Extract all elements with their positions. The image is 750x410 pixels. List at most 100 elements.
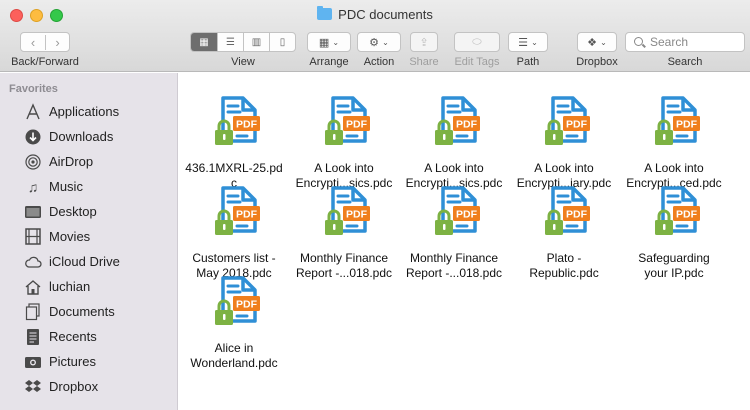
file-item[interactable]: PDF Safeguarding your IP.pdc	[619, 173, 729, 283]
forward-button[interactable]: ›	[44, 34, 69, 50]
view-mode-control: ▦ ☰ ▥ ▯	[190, 32, 296, 52]
file-name: Plato - Republic.pdc	[509, 251, 619, 281]
file-item[interactable]: PDF Plato - Republic.pdc	[509, 173, 619, 283]
chevron-down-icon: ⌄	[600, 37, 607, 47]
pdc-file-icon: PDF	[323, 95, 371, 147]
sidebar-item-airdrop[interactable]: AirDrop	[0, 149, 178, 174]
sidebar-item-label: Downloads	[49, 129, 114, 144]
path-label: Path	[516, 56, 540, 68]
pdf-badge-text: PDF	[236, 119, 258, 131]
pictures-icon	[24, 353, 42, 371]
pdc-file-icon: PDF	[433, 95, 481, 147]
finder-window: PDC documents ‹ › Back/Forward ▦ ☰ ▥ ▯ V…	[0, 0, 750, 410]
sidebar-item-luchian[interactable]: luchian	[0, 274, 178, 299]
file-name: Monthly Finance Report -...018.pdc	[289, 251, 399, 281]
icon-view-button[interactable]: ▦	[191, 33, 217, 51]
recents-icon	[24, 328, 42, 346]
pdc-file-icon: PDF	[543, 185, 591, 237]
sidebar-item-label: Dropbox	[49, 379, 99, 394]
pdc-file-icon: PDF	[213, 95, 261, 147]
back-forward-control: ‹ ›	[20, 32, 70, 52]
sidebar-item-documents[interactable]: Documents	[0, 299, 178, 324]
file-name-line: Report -...018.pdc	[295, 266, 393, 280]
applications-icon	[24, 102, 42, 121]
chevron-down-icon: ⌄	[332, 37, 340, 47]
path-button[interactable]: ☰ ⌄	[508, 32, 548, 52]
file-name-line: Monthly Finance	[409, 251, 499, 265]
edit-tags-button[interactable]: ⬭	[454, 32, 500, 52]
file-name-line: Wonderland.pdc	[190, 356, 278, 370]
arrange-icon: ▦	[318, 36, 330, 49]
sidebar-item-label: Music	[49, 179, 83, 194]
file-name: Safeguarding your IP.pdc	[619, 251, 729, 281]
share-button[interactable]: ⇪	[410, 32, 438, 52]
sidebar-item-pictures[interactable]: Pictures	[0, 349, 178, 374]
sidebar-item-label: luchian	[49, 279, 91, 294]
list-view-button[interactable]: ☰	[216, 33, 243, 51]
sidebar-item-label: Documents	[49, 304, 115, 319]
desktop-icon	[24, 203, 42, 221]
file-name: Monthly Finance Report -...018.pdc	[399, 251, 509, 281]
sidebar-item-desktop[interactable]: Desktop	[0, 199, 178, 224]
dropbox-toolbar-button[interactable]: ❖ ⌄	[577, 32, 617, 52]
sidebar-item-music[interactable]: ♫ Music	[0, 174, 178, 199]
pdf-badge-text: PDF	[456, 209, 478, 221]
sidebar-item-label: Recents	[49, 329, 97, 344]
sidebar-item-label: Applications	[49, 104, 120, 119]
pdc-file-icon: PDF	[653, 95, 701, 147]
file-item[interactable]: PDF Alice in Wonderland.pdc	[179, 263, 289, 373]
music-icon: ♫	[27, 178, 39, 195]
pdc-file-icon: PDF	[213, 185, 261, 237]
file-name-line: Republic.pdc	[529, 266, 599, 280]
tag-icon: ⬭	[472, 35, 482, 48]
sidebar-item-icloud-drive[interactable]: iCloud Drive	[0, 249, 178, 274]
pdc-file-icon: PDF	[543, 95, 591, 147]
file-item[interactable]: PDF Monthly Finance Report -...018.pdc	[399, 173, 509, 283]
sidebar-item-dropbox[interactable]: Dropbox	[0, 374, 178, 399]
pdf-badge-text: PDF	[236, 209, 258, 221]
toolbar: PDC documents ‹ › Back/Forward ▦ ☰ ▥ ▯ V…	[0, 0, 750, 72]
back-button[interactable]: ‹	[21, 35, 45, 50]
arrange-button[interactable]: ▦ ⌄	[307, 32, 351, 52]
file-name-line: Safeguarding	[638, 251, 710, 265]
sidebar-item-label: AirDrop	[49, 154, 94, 169]
action-button[interactable]: ⚙ ⌄	[357, 32, 401, 52]
airdrop-icon	[24, 153, 42, 171]
dropbox-label: Dropbox	[576, 56, 618, 68]
folder-icon	[317, 6, 333, 20]
movies-icon	[24, 228, 42, 246]
sidebar-item-label: Movies	[49, 229, 91, 244]
share-icon: ⇪	[419, 36, 429, 49]
pdf-badge-text: PDF	[676, 119, 698, 131]
view-label: View	[231, 56, 255, 68]
pdc-file-icon: PDF	[323, 185, 371, 237]
sidebar-header-favorites: Favorites	[9, 83, 58, 95]
file-name-line: Report -...018.pdc	[405, 266, 503, 280]
pdf-badge-text: PDF	[566, 209, 588, 221]
search-input[interactable]: Search	[625, 32, 745, 52]
sidebar-item-downloads[interactable]: Downloads	[0, 124, 178, 149]
search-label: Search	[667, 56, 703, 68]
column-view-button[interactable]: ▥	[242, 33, 269, 51]
file-name-line: Plato -	[546, 251, 582, 265]
pdf-badge-text: PDF	[676, 209, 698, 221]
window-title-text: PDC documents	[338, 7, 433, 22]
file-item[interactable]: PDF Monthly Finance Report -...018.pdc	[289, 173, 399, 283]
path-icon: ☰	[518, 36, 529, 49]
dropbox-icon: ❖	[587, 36, 598, 49]
search-placeholder: Search	[650, 35, 689, 49]
window-title: PDC documents	[0, 6, 750, 22]
pdc-file-icon: PDF	[213, 275, 261, 327]
file-name-line: your IP.pdc	[644, 266, 704, 280]
documents-icon	[24, 302, 42, 321]
dropbox-icon	[24, 378, 42, 396]
cover-flow-view-button[interactable]: ▯	[268, 33, 295, 51]
sidebar-item-label: iCloud Drive	[49, 254, 120, 269]
pdf-badge-text: PDF	[566, 119, 588, 131]
sidebar-item-applications[interactable]: Applications	[0, 99, 178, 124]
search-icon	[634, 37, 643, 46]
back-forward-label: Back/Forward	[11, 56, 79, 68]
sidebar-item-movies[interactable]: Movies	[0, 224, 178, 249]
sidebar-item-recents[interactable]: Recents	[0, 324, 178, 349]
gear-icon: ⚙	[369, 36, 380, 49]
